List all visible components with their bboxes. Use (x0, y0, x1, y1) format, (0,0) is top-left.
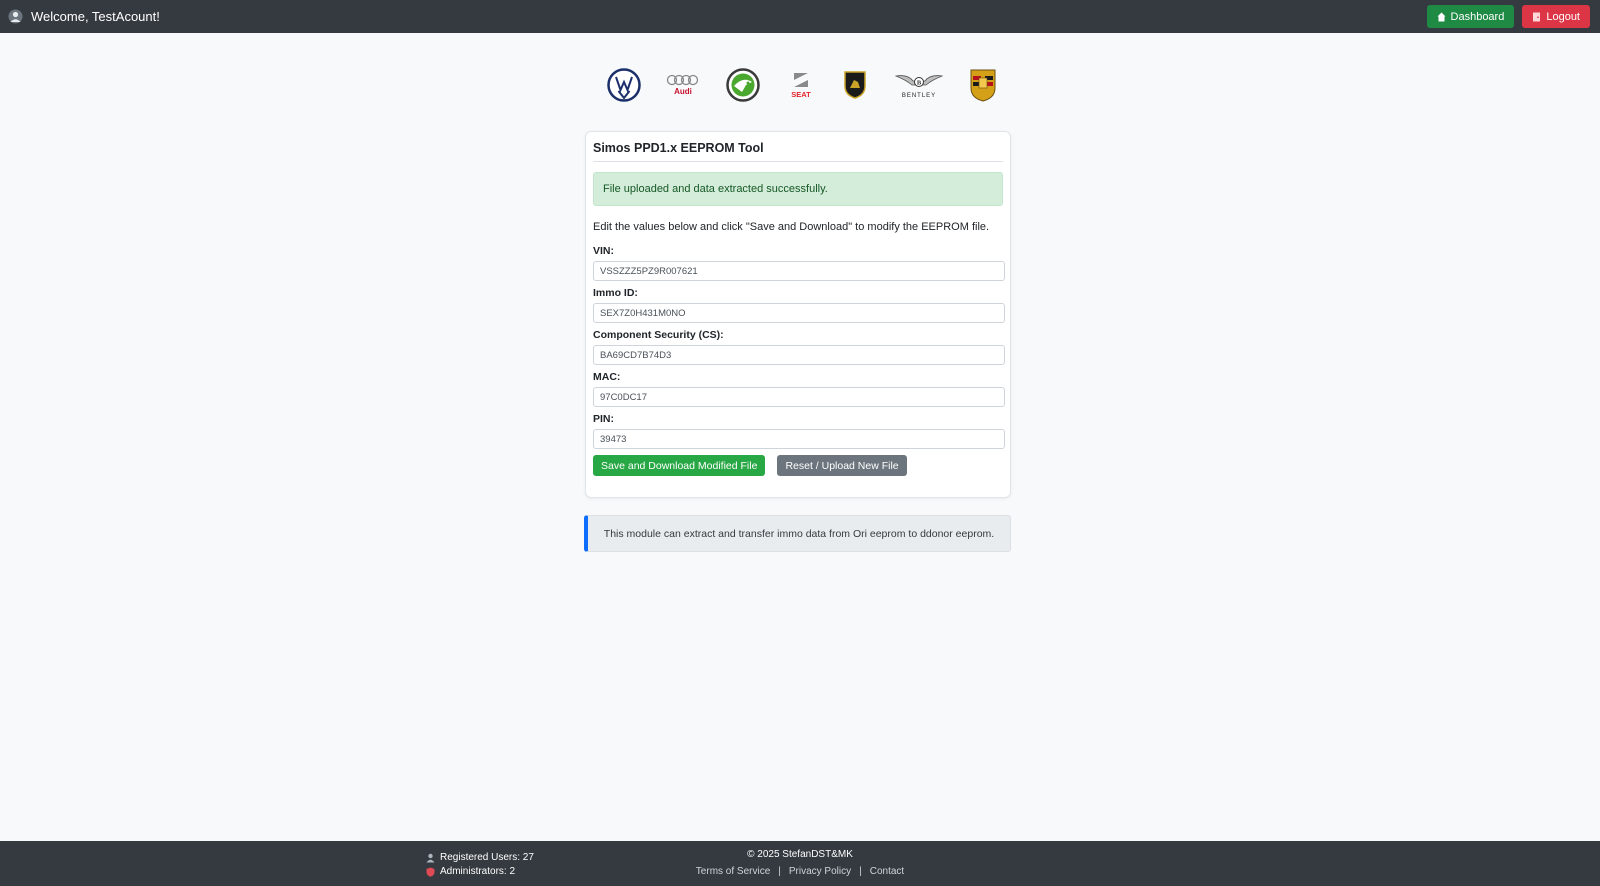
link-separator: | (859, 866, 862, 877)
audi-logo: Audi (666, 65, 700, 105)
welcome-text: Welcome, TestAcount! (31, 9, 160, 24)
seat-logo: SEAT (785, 65, 817, 105)
footer-links: Terms of Service | Privacy Policy | Contact (0, 866, 1600, 877)
eeprom-tool-card: Simos PPD1.x EEPROM Tool File uploaded a… (585, 131, 1011, 498)
immo-id-label: Immo ID: (593, 287, 638, 299)
terms-link[interactable]: Terms of Service (696, 866, 770, 877)
porsche-logo (969, 65, 997, 105)
vin-label: VIN: (593, 245, 614, 257)
privacy-link[interactable]: Privacy Policy (789, 866, 851, 877)
skoda-logo (725, 65, 760, 105)
immo-id-input[interactable] (593, 303, 1005, 323)
save-download-button[interactable]: Save and Download Modified File (593, 455, 766, 476)
volkswagen-logo (607, 65, 641, 105)
svg-text:B: B (916, 80, 921, 87)
dashboard-label: Dashboard (1450, 10, 1505, 23)
footer: Registered Users: 27 Administrators: 2 ©… (0, 841, 1600, 886)
reset-upload-button[interactable]: Reset / Upload New File (777, 455, 907, 476)
card-actions: Save and Download Modified File Reset / … (593, 455, 1003, 476)
brand-logos: Audi SEAT B BENTLEY (607, 64, 997, 106)
welcome-area: Welcome, TestAcount! (8, 9, 160, 24)
pin-input[interactable] (593, 429, 1005, 449)
card-title: Simos PPD1.x EEPROM Tool (593, 141, 1003, 162)
home-icon (1437, 12, 1446, 22)
copyright-text: © 2025 StefanDST&MK (747, 849, 853, 860)
top-navbar: Welcome, TestAcount! Dashboard Logout (0, 0, 1600, 33)
pin-label: PIN: (593, 413, 614, 425)
success-alert: File uploaded and data extracted success… (593, 172, 1003, 206)
cs-label: Component Security (CS): (593, 329, 724, 341)
svg-text:Audi: Audi (674, 87, 692, 96)
svg-text:SEAT: SEAT (791, 90, 811, 99)
contact-link[interactable]: Contact (870, 866, 904, 877)
logout-label: Logout (1546, 10, 1580, 23)
user-icon (8, 9, 23, 24)
info-text: This module can extract and transfer imm… (603, 527, 995, 540)
svg-text:BENTLEY: BENTLEY (901, 93, 935, 99)
logout-button[interactable]: Logout (1522, 5, 1590, 28)
info-box: This module can extract and transfer imm… (584, 515, 1011, 552)
instructions-text: Edit the values below and click "Save an… (593, 221, 990, 233)
vin-input[interactable] (593, 261, 1005, 281)
success-alert-text: File uploaded and data extracted success… (603, 183, 828, 195)
bentley-logo: B BENTLEY (894, 65, 944, 105)
mac-label: MAC: (593, 371, 621, 383)
dashboard-button[interactable]: Dashboard (1426, 5, 1515, 28)
lamborghini-logo (842, 65, 868, 105)
mac-input[interactable] (593, 387, 1005, 407)
door-icon (1532, 12, 1541, 22)
cs-input[interactable] (593, 345, 1005, 365)
link-separator: | (778, 866, 781, 877)
